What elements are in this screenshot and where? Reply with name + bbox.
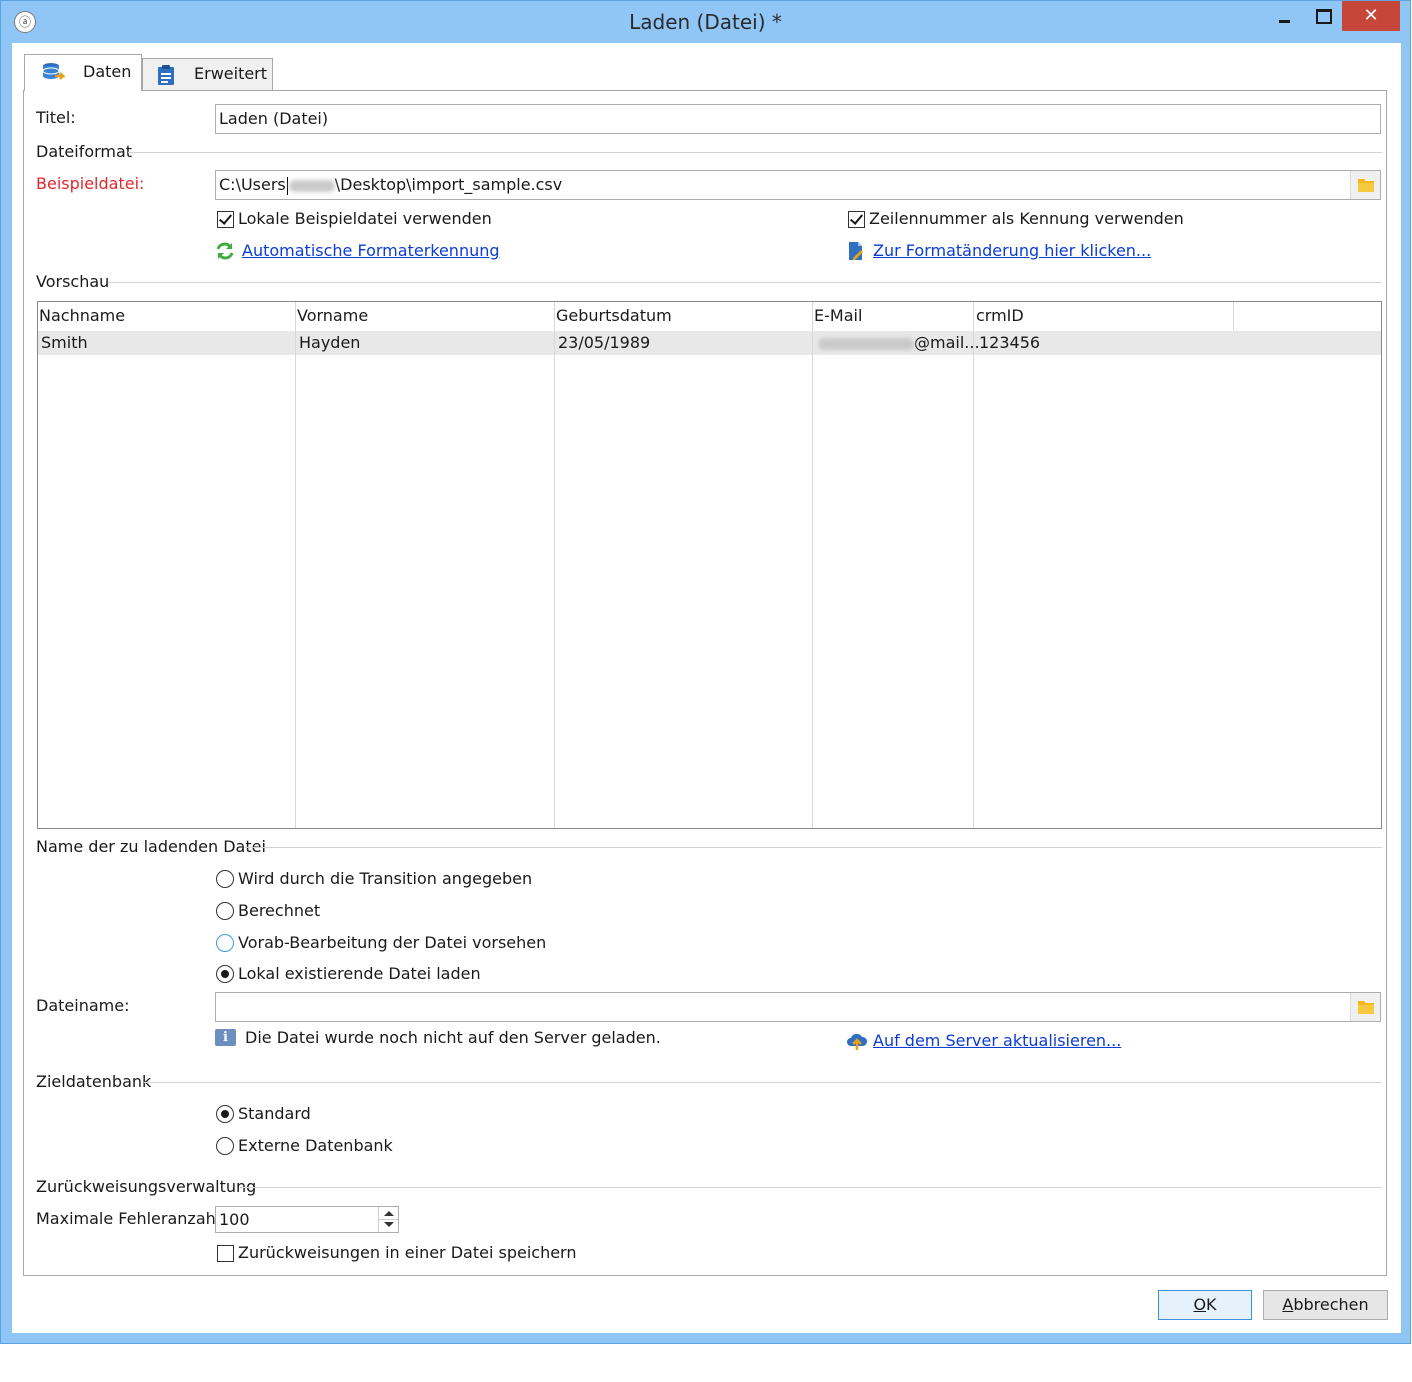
- tab-panel-daten: Titel: Laden (Datei) Dateiformat Beispie…: [23, 90, 1387, 1276]
- tab-erweitert[interactable]: Erweitert: [142, 58, 273, 91]
- column-divider[interactable]: [1233, 302, 1234, 330]
- radio-local-file[interactable]: [216, 965, 234, 983]
- cell-email-suffix: @mail...: [914, 333, 980, 352]
- tab-daten-label: Daten: [83, 62, 132, 81]
- use-local-sample-label: Lokale Beispieldatei verwenden: [238, 209, 492, 228]
- redacted-username: [288, 179, 335, 192]
- cloud-upload-icon: [846, 1031, 868, 1055]
- section-target-db: Zieldatenbank: [36, 1072, 152, 1091]
- chevron-up-icon[interactable]: [384, 1211, 394, 1216]
- maximize-button[interactable]: [1305, 1, 1339, 31]
- use-local-sample-checkbox[interactable]: [217, 211, 234, 228]
- sample-file-input[interactable]: C:\Users \Desktop\import_sample.csv: [215, 170, 1381, 200]
- radio-external-db-label: Externe Datenbank: [238, 1136, 393, 1155]
- cell-geburtsdatum[interactable]: 23/05/1989: [558, 333, 650, 352]
- filename-input[interactable]: [215, 992, 1381, 1022]
- folder-icon: [1358, 179, 1374, 192]
- column-header-geburtsdatum[interactable]: Geburtsdatum: [556, 306, 672, 325]
- line-number-id-checkbox[interactable]: [848, 211, 865, 228]
- minimize-button[interactable]: [1267, 1, 1301, 31]
- info-text: Die Datei wurde noch nicht auf den Serve…: [245, 1028, 661, 1047]
- chevron-down-icon[interactable]: [384, 1222, 394, 1227]
- cell-nachname[interactable]: Smith: [41, 333, 88, 352]
- section-vorschau: Vorschau: [36, 272, 110, 291]
- dialog-client-area: Daten Erweitert Titel: Laden (Datei) Dat…: [12, 43, 1401, 1333]
- radio-standard-db[interactable]: [216, 1105, 234, 1123]
- cancel-button[interactable]: Abbrechen: [1263, 1290, 1388, 1320]
- edit-format-icon: [846, 241, 866, 265]
- stepper-divider: [379, 1219, 398, 1220]
- radio-preprocess-label: Vorab-Bearbeitung der Datei vorsehen: [238, 933, 547, 952]
- radio-standard-db-label: Standard: [238, 1104, 311, 1123]
- stepper-buttons[interactable]: [378, 1207, 398, 1232]
- radio-transition-label: Wird durch die Transition angegeben: [238, 869, 533, 888]
- close-button[interactable]: ✕: [1342, 1, 1400, 31]
- cancel-button-mnemonic: A: [1282, 1295, 1294, 1314]
- preview-grid[interactable]: Nachname Vorname Geburtsdatum E-Mail crm…: [37, 301, 1382, 829]
- column-header-crmid[interactable]: crmID: [976, 306, 1024, 325]
- filename-label: Dateiname:: [36, 996, 130, 1015]
- redacted-email-local-part: [818, 337, 914, 350]
- section-divider: [240, 1187, 1382, 1188]
- sample-file-path-suffix: \Desktop\import_sample.csv: [334, 175, 563, 194]
- save-rejects-checkbox[interactable]: [217, 1245, 234, 1262]
- column-divider[interactable]: [812, 302, 813, 828]
- cancel-button-label: bbrechen: [1293, 1295, 1369, 1314]
- info-icon: i: [215, 1029, 236, 1046]
- ok-button-mnemonic: O: [1193, 1295, 1207, 1314]
- title-label: Titel:: [36, 108, 76, 127]
- column-divider[interactable]: [554, 302, 555, 828]
- dialog-window: ⓐ Laden (Datei) * ✕ Daten Erweitert Tite…: [0, 0, 1411, 1344]
- auto-format-detection-link[interactable]: Automatische Formaterkennung: [242, 241, 500, 260]
- clipboard-icon: [156, 64, 178, 85]
- column-divider[interactable]: [295, 302, 296, 828]
- column-header-vorname[interactable]: Vorname: [297, 306, 368, 325]
- section-file-to-load: Name der zu ladenden Datei: [36, 837, 266, 856]
- radio-external-db[interactable]: [216, 1137, 234, 1155]
- radio-computed-label: Berechnet: [238, 901, 321, 920]
- title-input[interactable]: Laden (Datei): [215, 104, 1381, 134]
- line-number-id-label: Zeilennummer als Kennung verwenden: [869, 209, 1184, 228]
- radio-local-file-label: Lokal existierende Datei laden: [238, 964, 481, 983]
- section-divider: [128, 152, 1382, 153]
- browse-sample-file-button[interactable]: [1350, 171, 1380, 199]
- section-dateiformat: Dateiformat: [36, 142, 133, 161]
- section-divider: [144, 1082, 1382, 1083]
- cell-vorname[interactable]: Hayden: [299, 333, 360, 352]
- tab-daten[interactable]: Daten: [24, 54, 142, 91]
- radio-transition[interactable]: [216, 870, 234, 888]
- sample-file-label: Beispieldatei:: [36, 174, 145, 193]
- max-errors-value: 100: [219, 1210, 250, 1229]
- save-rejects-label: Zurückweisungen in einer Datei speichern: [238, 1243, 577, 1262]
- column-header-email[interactable]: E-Mail: [814, 306, 862, 325]
- ok-button-label: K: [1206, 1295, 1217, 1314]
- folder-icon: [1358, 1001, 1374, 1014]
- database-icon: [41, 62, 67, 82]
- column-header-nachname[interactable]: Nachname: [39, 306, 125, 325]
- title-bar[interactable]: ⓐ Laden (Datei) * ✕: [1, 1, 1410, 43]
- radio-computed[interactable]: [216, 902, 234, 920]
- max-errors-stepper[interactable]: 100: [215, 1206, 399, 1233]
- sample-file-path-prefix: C:\Users: [219, 175, 286, 194]
- format-change-link[interactable]: Zur Formatänderung hier klicken...: [873, 241, 1151, 260]
- cell-crmid[interactable]: 123456: [979, 333, 1040, 352]
- section-rejects: Zurückweisungsverwaltung: [36, 1177, 257, 1196]
- browse-filename-button[interactable]: [1350, 993, 1380, 1021]
- tab-erweitert-label: Erweitert: [194, 64, 268, 83]
- max-errors-label: Maximale Fehleranzahl:: [36, 1209, 226, 1228]
- column-divider[interactable]: [973, 302, 974, 828]
- cell-email[interactable]: @mail...: [818, 333, 980, 352]
- section-divider: [108, 282, 1382, 283]
- ok-button[interactable]: OK: [1158, 1290, 1252, 1320]
- text-caret: [286, 176, 288, 195]
- section-divider: [245, 847, 1382, 848]
- refresh-icon: [215, 241, 235, 265]
- radio-preprocess[interactable]: [216, 934, 234, 952]
- window-title: Laden (Datei) *: [629, 10, 782, 34]
- table-row-selected-bg: [38, 331, 1381, 355]
- upload-to-server-link[interactable]: Auf dem Server aktualisieren...: [873, 1031, 1121, 1050]
